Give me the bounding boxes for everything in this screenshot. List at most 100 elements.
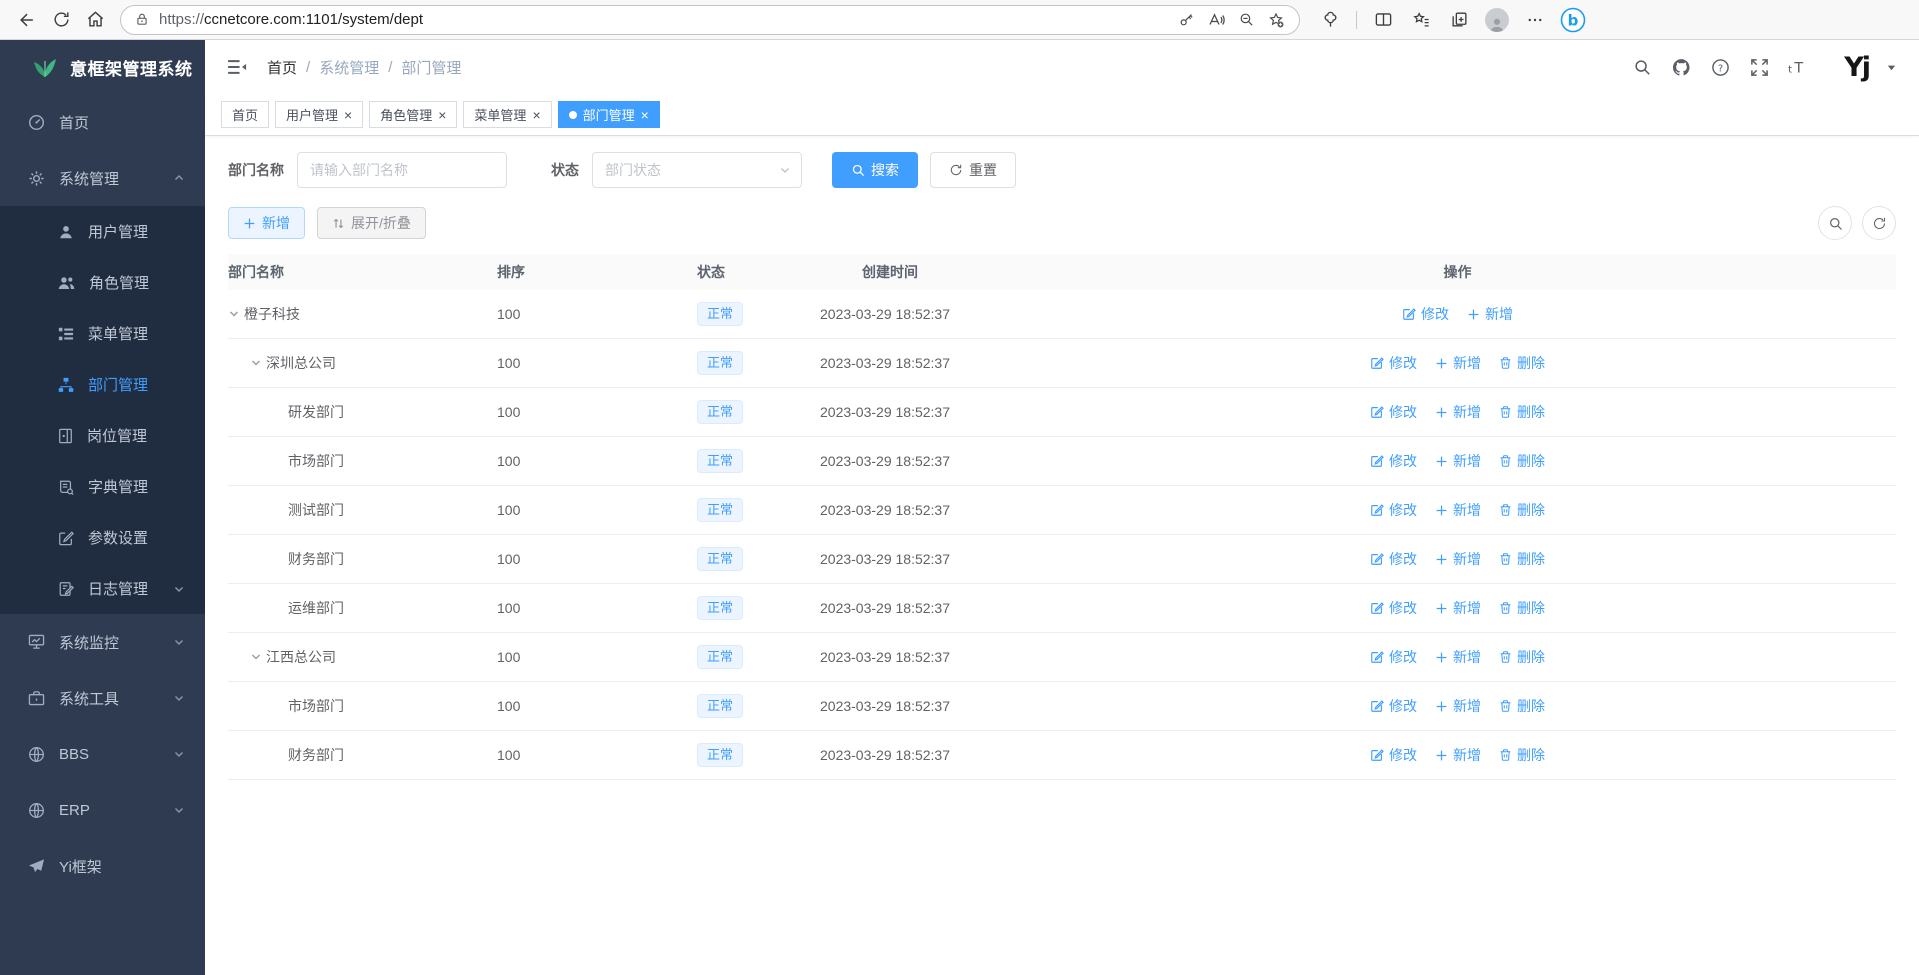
search-icon[interactable] — [1627, 52, 1657, 82]
tab-role[interactable]: 角色管理 × — [369, 101, 457, 128]
sidebar-item-yi-framework[interactable]: Yi框架 — [0, 838, 205, 894]
sidebar-item-users[interactable]: 用户管理 — [0, 206, 205, 257]
add-action[interactable]: 新增 — [1435, 549, 1481, 569]
add-action[interactable]: 新增 — [1435, 500, 1481, 520]
add-dept-button[interactable]: 新增 — [228, 207, 305, 239]
password-key-icon[interactable] — [1171, 5, 1201, 35]
close-icon[interactable]: × — [532, 108, 540, 122]
table-refresh-icon[interactable] — [1862, 206, 1896, 240]
add-action[interactable]: 新增 — [1435, 647, 1481, 667]
reset-button[interactable]: 重置 — [930, 152, 1016, 188]
lock-icon[interactable] — [135, 12, 149, 27]
add-action[interactable]: 新增 — [1435, 451, 1481, 471]
tree-expand-icon[interactable] — [228, 308, 244, 320]
delete-action[interactable]: 删除 — [1499, 451, 1545, 471]
sidebar-item-dict[interactable]: 字典管理 — [0, 461, 205, 512]
url-text[interactable]: https://ccnetcore.com:1101/system/dept — [159, 11, 1171, 28]
sidebar-item-erp[interactable]: ERP — [0, 782, 205, 838]
collapse-sidebar-icon[interactable] — [227, 58, 247, 76]
sidebar-item-roles[interactable]: 角色管理 — [0, 257, 205, 308]
fullscreen-icon[interactable] — [1744, 52, 1774, 82]
yi-framework-logo[interactable]: Yj — [1844, 52, 1869, 83]
tree-expand-icon[interactable] — [250, 357, 266, 369]
tab-dept-active[interactable]: 部门管理 × — [558, 101, 660, 128]
address-bar[interactable]: https://ccnetcore.com:1101/system/dept — [120, 5, 1300, 35]
chevron-down-icon — [173, 583, 185, 595]
sidebar-item-menus[interactable]: 菜单管理 — [0, 308, 205, 359]
tab-label: 菜单管理 — [474, 105, 526, 124]
sidebar-item-params[interactable]: 参数设置 — [0, 512, 205, 563]
add-action[interactable]: 新增 — [1435, 696, 1481, 716]
delete-action[interactable]: 删除 — [1499, 745, 1545, 765]
font-size-icon[interactable]: tT — [1783, 52, 1813, 82]
sidebar-item-label: BBS — [59, 746, 89, 763]
delete-action[interactable]: 删除 — [1499, 598, 1545, 618]
expand-collapse-button[interactable]: 展开/折叠 — [317, 207, 426, 239]
edit-action[interactable]: 修改 — [1402, 304, 1449, 324]
bing-copilot-icon[interactable]: b — [1557, 5, 1589, 35]
edit-action[interactable]: 修改 — [1370, 353, 1417, 373]
github-icon[interactable] — [1666, 52, 1696, 82]
edit-action[interactable]: 修改 — [1370, 549, 1417, 569]
tab-menu[interactable]: 菜单管理 × — [463, 101, 551, 128]
dept-name-input[interactable] — [297, 152, 507, 188]
sidebar-item-system[interactable]: 系统管理 — [0, 150, 205, 206]
breadcrumb-system[interactable]: 系统管理 — [319, 57, 379, 78]
sidebar-item-posts[interactable]: 岗位管理 — [0, 410, 205, 461]
delete-action[interactable]: 删除 — [1499, 549, 1545, 569]
sidebar-item-logs[interactable]: 日志管理 — [0, 563, 205, 614]
favorites-hub-icon[interactable] — [1405, 5, 1437, 35]
svg-text:T: T — [1794, 60, 1804, 76]
edit-action[interactable]: 修改 — [1370, 598, 1417, 618]
add-action[interactable]: 新增 — [1435, 402, 1481, 422]
add-action[interactable]: 新增 — [1435, 745, 1481, 765]
read-aloud-icon[interactable] — [1201, 5, 1231, 35]
status-select[interactable]: 部门状态 — [592, 152, 802, 188]
edit-action[interactable]: 修改 — [1370, 451, 1417, 471]
split-screen-icon[interactable] — [1367, 5, 1399, 35]
delete-action[interactable]: 删除 — [1499, 353, 1545, 373]
collections-icon[interactable] — [1443, 5, 1475, 35]
delete-action[interactable]: 删除 — [1499, 402, 1545, 422]
delete-action[interactable]: 删除 — [1499, 696, 1545, 716]
close-icon[interactable]: × — [641, 108, 649, 122]
browser-home-icon[interactable] — [78, 5, 112, 35]
sidebar-item-label: 字典管理 — [88, 476, 148, 497]
edit-square-icon — [58, 530, 74, 546]
sidebar-item-monitor[interactable]: 系统监控 — [0, 614, 205, 670]
delete-action[interactable]: 删除 — [1499, 647, 1545, 667]
tab-user[interactable]: 用户管理 × — [275, 101, 363, 128]
edit-action[interactable]: 修改 — [1370, 500, 1417, 520]
close-icon[interactable]: × — [344, 108, 352, 122]
browser-essentials-icon[interactable] — [1314, 5, 1346, 35]
tab-home[interactable]: 首页 — [221, 101, 269, 128]
edit-action[interactable]: 修改 — [1370, 745, 1417, 765]
edit-action[interactable]: 修改 — [1370, 402, 1417, 422]
breadcrumb-home[interactable]: 首页 — [267, 57, 297, 78]
help-icon[interactable]: ? — [1705, 52, 1735, 82]
zoom-out-icon[interactable] — [1231, 5, 1261, 35]
add-action[interactable]: 新增 — [1467, 304, 1513, 324]
edit-action[interactable]: 修改 — [1370, 696, 1417, 716]
search-button[interactable]: 搜索 — [832, 152, 918, 188]
browser-refresh-icon[interactable] — [44, 5, 78, 35]
add-action[interactable]: 新增 — [1435, 353, 1481, 373]
tree-expand-icon[interactable] — [250, 651, 266, 663]
sidebar-item-bbs[interactable]: BBS — [0, 726, 205, 782]
add-favorite-star-icon[interactable] — [1261, 5, 1291, 35]
table-search-toggle-icon[interactable] — [1818, 206, 1852, 240]
app-logo[interactable]: 意框架管理系统 — [0, 40, 205, 94]
close-icon[interactable]: × — [438, 108, 446, 122]
edit-action[interactable]: 修改 — [1370, 647, 1417, 667]
sidebar-item-depts[interactable]: 部门管理 — [0, 359, 205, 410]
sidebar-item-home[interactable]: 首页 — [0, 94, 205, 150]
browser-toolbar: https://ccnetcore.com:1101/system/dept — [0, 0, 1919, 40]
sidebar-item-tools[interactable]: 系统工具 — [0, 670, 205, 726]
browser-back-icon[interactable] — [10, 5, 44, 35]
delete-action[interactable]: 删除 — [1499, 500, 1545, 520]
profile-avatar[interactable] — [1481, 5, 1513, 35]
user-menu-caret-icon[interactable] — [1886, 62, 1897, 73]
add-action[interactable]: 新增 — [1435, 598, 1481, 618]
browser-more-icon[interactable] — [1519, 5, 1551, 35]
breadcrumb-dept[interactable]: 部门管理 — [401, 57, 461, 78]
